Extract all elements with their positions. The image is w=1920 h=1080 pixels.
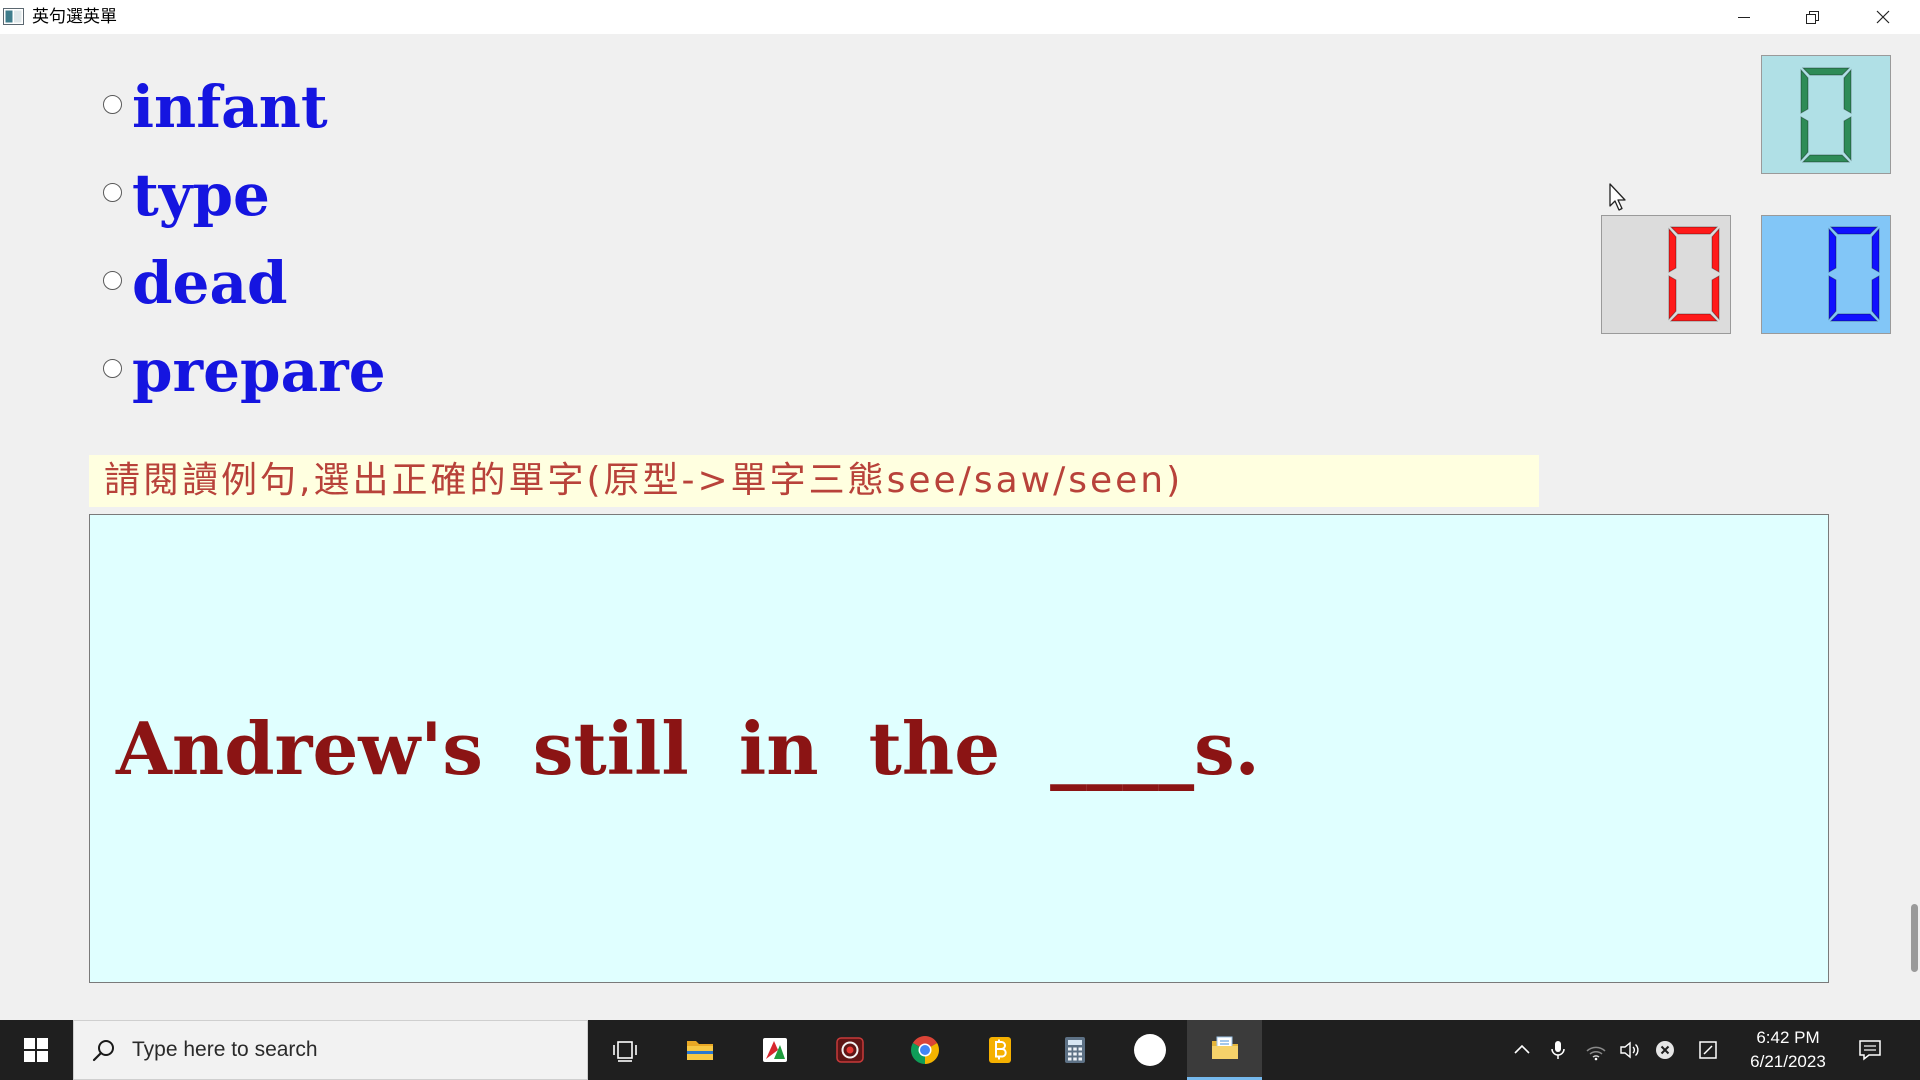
- seven-segment-digit: [1800, 67, 1852, 163]
- option-label[interactable]: dead: [132, 254, 288, 312]
- seven-segment-digit: [1828, 226, 1880, 322]
- window-title: 英句選英單: [32, 7, 117, 27]
- title-bar: 英句選英單: [0, 0, 1920, 34]
- segment-f: [1828, 227, 1837, 273]
- sentence-panel: Andrew's still in the ____s.: [89, 514, 1829, 983]
- minimize-icon: [1738, 17, 1750, 18]
- segment-e: [1668, 275, 1677, 321]
- clock-date: 6/21/2023: [1750, 1052, 1826, 1071]
- option-label[interactable]: type: [132, 166, 270, 224]
- segment-e: [1800, 116, 1809, 162]
- tray-microphone[interactable]: [1543, 1020, 1573, 1080]
- search-icon: [92, 1040, 114, 1062]
- white-circle-app-icon: [1133, 1034, 1166, 1066]
- option-2[interactable]: type: [103, 151, 270, 239]
- restore-button[interactable]: [1777, 0, 1847, 34]
- show-hidden-icons-button[interactable]: [1507, 1020, 1537, 1080]
- taskbar-app-screen-recorder[interactable]: [812, 1020, 887, 1080]
- tray-volume[interactable]: [1615, 1020, 1645, 1080]
- task-view-icon: [612, 1041, 637, 1062]
- taskbar-app-folder[interactable]: [1187, 1020, 1262, 1080]
- restore-icon: [1805, 10, 1819, 24]
- segment-b: [1871, 227, 1880, 273]
- option-4[interactable]: prepare: [103, 327, 386, 415]
- clock-time: 6:42 PM: [1756, 1028, 1820, 1047]
- radio-button[interactable]: [103, 270, 122, 290]
- instruction-text: 請閱讀例句,選出正確的單字(原型->單字三態see/saw/seen): [104, 460, 1184, 501]
- segment-a: [1801, 67, 1851, 76]
- yellow-app-icon: [988, 1037, 1011, 1063]
- segment-b: [1843, 68, 1852, 114]
- segment-a: [1829, 226, 1879, 235]
- segment-a: [1669, 226, 1719, 235]
- option-3[interactable]: dead: [103, 239, 288, 327]
- taskbar-clock[interactable]: 6:42 PM 6/21/2023: [1742, 1026, 1834, 1074]
- taskbar-app-task-view[interactable]: [587, 1020, 662, 1080]
- action-center-button[interactable]: [1852, 1020, 1888, 1080]
- segment-c: [1871, 275, 1880, 321]
- seven-segment-value: [1828, 226, 1880, 322]
- search-input[interactable]: [132, 1035, 562, 1065]
- mouse-cursor-icon: [1609, 183, 1626, 211]
- error-icon: [1656, 1041, 1674, 1059]
- counter-digits: [1667, 225, 1721, 327]
- screen-recorder-icon: [835, 1037, 864, 1063]
- counter-display-green: [1761, 55, 1891, 174]
- instruction-banner: 請閱讀例句,選出正確的單字(原型->單字三態see/saw/seen): [89, 455, 1539, 507]
- radio-button[interactable]: [103, 358, 122, 378]
- calculator-icon: [1064, 1037, 1085, 1063]
- radio-button[interactable]: [103, 94, 122, 114]
- seven-segment-value: [1668, 226, 1720, 322]
- segment-b: [1711, 227, 1720, 273]
- counter-display-red: [1601, 215, 1731, 334]
- segment-d: [1669, 313, 1719, 322]
- taskbar-app-file-explorer[interactable]: [662, 1020, 737, 1080]
- option-label[interactable]: prepare: [132, 342, 386, 400]
- chevron-up-icon: [1514, 1044, 1530, 1054]
- taskbar-search[interactable]: [73, 1020, 588, 1080]
- close-button[interactable]: [1848, 0, 1918, 34]
- seven-segment-digit: [1668, 226, 1720, 322]
- notification-icon: [1859, 1040, 1881, 1061]
- taskbar-app-calculator[interactable]: [1037, 1020, 1112, 1080]
- option-1[interactable]: infant: [103, 63, 328, 151]
- segment-e: [1828, 275, 1837, 321]
- taskbar-app-chrome[interactable]: [887, 1020, 962, 1080]
- segment-d: [1829, 313, 1879, 322]
- option-label[interactable]: infant: [132, 78, 328, 136]
- taskbar: 6:42 PM 6/21/2023: [0, 1020, 1920, 1080]
- chrome-icon: [910, 1036, 939, 1064]
- counter-digits: [1827, 225, 1881, 327]
- start-button[interactable]: [0, 1020, 72, 1080]
- volume-icon: [1620, 1041, 1639, 1059]
- segment-d: [1801, 154, 1851, 163]
- taskbar-app-white-circle[interactable]: [1112, 1020, 1187, 1080]
- scrollbar-thumb[interactable]: [1911, 904, 1918, 972]
- taskbar-app-red-green[interactable]: [737, 1020, 812, 1080]
- radio-button[interactable]: [103, 182, 122, 202]
- counter-display-blue: [1761, 215, 1891, 334]
- counter-digits: [1762, 66, 1890, 164]
- segment-c: [1843, 116, 1852, 162]
- segment-f: [1800, 68, 1809, 114]
- tray-tablet[interactable]: [1693, 1020, 1723, 1080]
- folder-app-icon: [1211, 1036, 1238, 1059]
- file-explorer-icon: [686, 1041, 713, 1060]
- close-icon: [1876, 10, 1890, 24]
- segment-c: [1711, 275, 1720, 321]
- tablet-icon: [1699, 1041, 1717, 1059]
- segment-f: [1668, 227, 1677, 273]
- red-green-app-icon: [762, 1038, 787, 1062]
- seven-segment-value: [1800, 67, 1852, 163]
- windows-logo-icon: [24, 1038, 48, 1062]
- minimize-button[interactable]: [1709, 0, 1779, 34]
- app-icon: [3, 8, 25, 26]
- taskbar-app-yellow[interactable]: [962, 1020, 1037, 1080]
- network-icon: [1586, 1046, 1606, 1061]
- example-sentence: Andrew's still in the ____s.: [116, 706, 1260, 791]
- tray-error[interactable]: [1650, 1020, 1680, 1080]
- tray-network[interactable]: [1581, 1020, 1611, 1080]
- microphone-icon: [1551, 1041, 1565, 1059]
